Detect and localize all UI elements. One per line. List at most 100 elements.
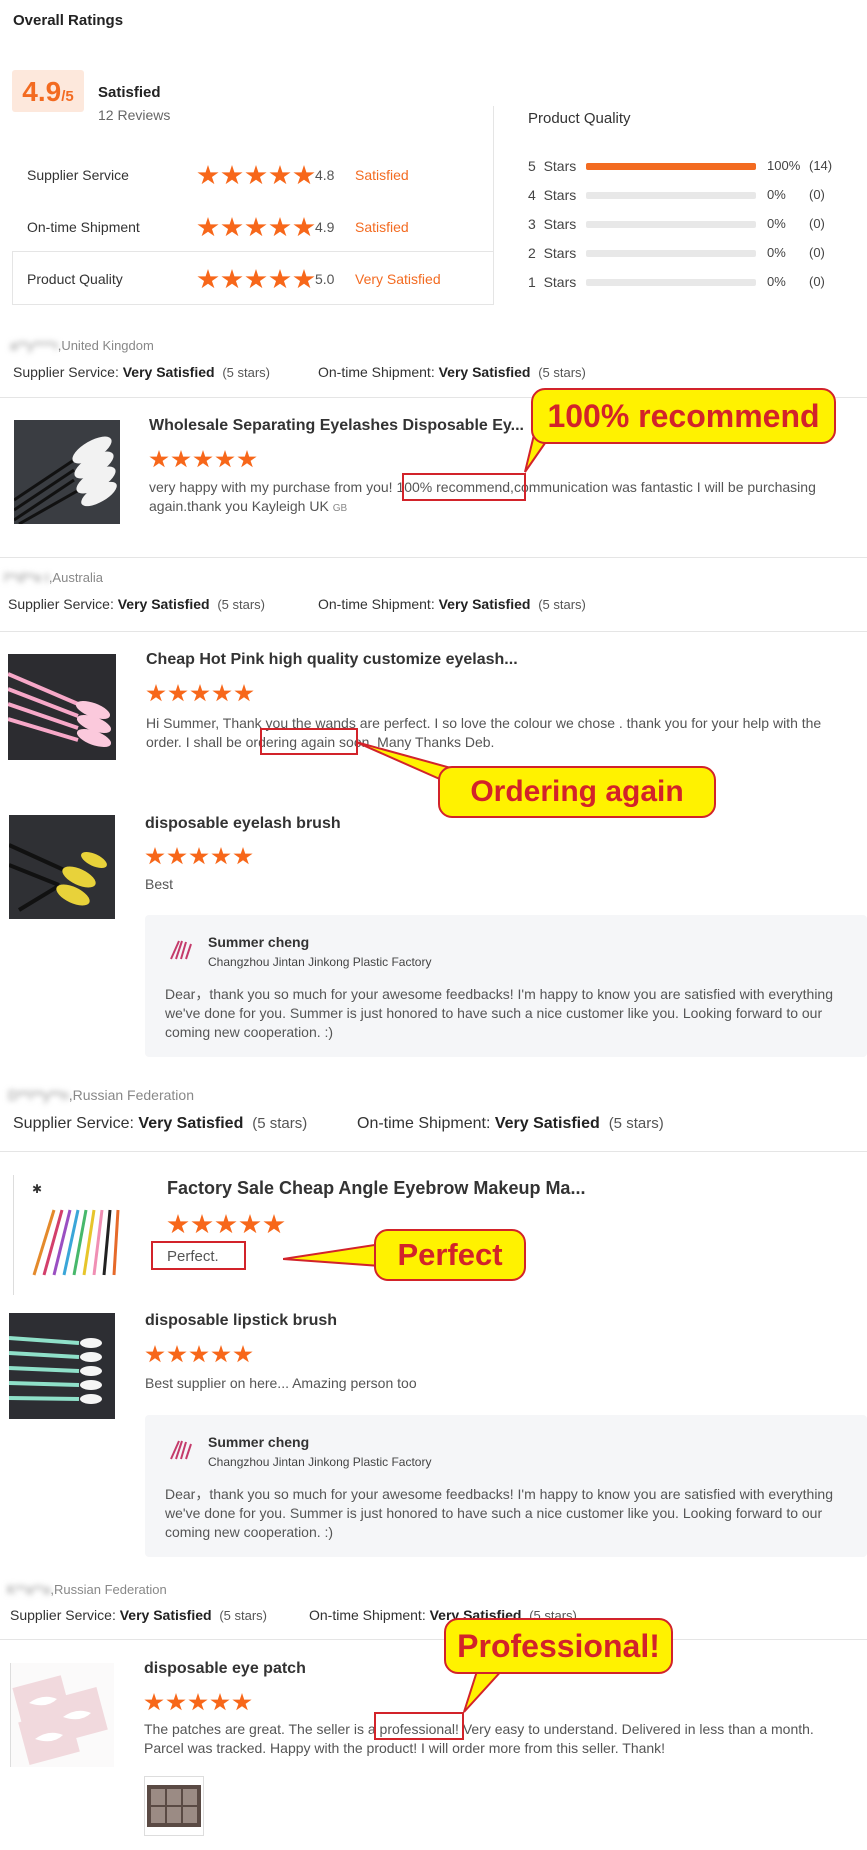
quality-stars	[197, 269, 315, 290]
product-name[interactable]: Cheap Hot Pink high quality customize ey…	[146, 651, 518, 669]
stars-label: Stars	[543, 158, 577, 174]
supplier-service-rating: Supplier Service: Very Satisfied (5 star…	[13, 364, 270, 380]
brush-logo-icon	[170, 940, 192, 960]
seller-name: Summer cheng	[208, 934, 310, 950]
rating-label: Supplier Service:	[8, 596, 114, 612]
star-icon	[212, 684, 232, 702]
rating-stars-text: (5 stars)	[538, 365, 586, 380]
stars-label: Stars	[543, 216, 577, 232]
product-name[interactable]: disposable eye patch	[144, 1660, 306, 1678]
reviewer-info: D**i**y**n,Russian Federation	[8, 1087, 194, 1103]
supplier-service-rating: Supplier Service: Very Satisfied (5 star…	[8, 596, 265, 612]
review-photo[interactable]	[144, 1776, 204, 1836]
star-icon	[189, 1345, 209, 1363]
reviewer-name: l**d**e t	[4, 570, 49, 585]
quality-label: Product Quality	[27, 271, 123, 287]
page-title: Overall Ratings	[13, 12, 124, 29]
rating-value: Very Satisfied	[438, 596, 531, 612]
product-name[interactable]: disposable eyelash brush	[145, 815, 341, 833]
star-icon	[166, 1693, 186, 1711]
reviewer-name: D**i**y**n	[8, 1087, 69, 1103]
product-thumbnail[interactable]	[14, 420, 120, 524]
review-text-part: The patches are great. The seller is a	[144, 1721, 380, 1737]
overall-score: 4.9	[22, 76, 62, 107]
star-icon	[293, 217, 315, 237]
eyebrow-brushes-image: ✱	[32, 1182, 120, 1276]
product-thumbnail[interactable]	[8, 654, 116, 760]
rating-value: Very Satisfied	[119, 1607, 212, 1623]
country-tag: GB	[332, 503, 348, 514]
star-icon	[191, 1214, 213, 1234]
star-icon	[211, 1345, 231, 1363]
product-thumbnail[interactable]: ✱	[13, 1175, 135, 1295]
quality-count-3: (0)	[809, 216, 825, 231]
rating-label: On-time Shipment:	[318, 364, 435, 380]
yellow-brush-image	[9, 843, 107, 912]
brush-logo-icon	[170, 1440, 192, 1460]
rating-label: Supplier Service:	[13, 364, 119, 380]
reviewer-country: ,United Kingdom	[57, 338, 154, 353]
reviewer-country: ,Russian Federation	[50, 1582, 167, 1597]
quality-count-4: (0)	[809, 187, 825, 202]
divider	[0, 557, 867, 558]
star-icon	[145, 847, 165, 865]
quality-bar-1	[586, 279, 756, 286]
reviewer-country: ,Australia	[48, 570, 104, 585]
star-icon	[233, 1345, 253, 1363]
star-icon	[146, 684, 166, 702]
rating-label: On-time Shipment:	[318, 596, 435, 612]
star-count: 3	[528, 216, 536, 232]
quality-bar-3	[586, 221, 756, 228]
callout-professional: Professional!	[444, 1618, 673, 1674]
product-name[interactable]: disposable lipstick brush	[145, 1312, 337, 1330]
rating-label: Supplier Service:	[10, 1607, 116, 1623]
rating-stars-text: (5 stars)	[538, 597, 586, 612]
stars-label: Stars	[543, 274, 577, 290]
quality-bar-4	[586, 192, 756, 199]
star-icon	[293, 269, 315, 289]
quality-count-5: (14)	[809, 158, 833, 173]
stars-label: Stars	[543, 187, 577, 203]
star-icon	[245, 165, 267, 185]
star-icon	[269, 269, 291, 289]
callout-pointer	[283, 1242, 382, 1268]
star-icon	[167, 847, 187, 865]
rating-value: Very Satisfied	[494, 1115, 600, 1132]
seller-company: Changzhou Jintan Jinkong Plastic Factory	[208, 1455, 432, 1469]
star-icon	[239, 1214, 261, 1234]
product-stars	[146, 684, 254, 703]
quality-count-2: (0)	[809, 245, 825, 260]
supplier-service-status: Satisfied	[355, 167, 409, 183]
eye-patch-image	[12, 1675, 108, 1765]
rating-label: On-time Shipment:	[357, 1115, 491, 1132]
star-icon	[221, 165, 243, 185]
product-name[interactable]: Wholesale Separating Eyelashes Disposabl…	[149, 417, 524, 435]
product-thumbnail[interactable]	[9, 815, 115, 919]
product-thumbnail[interactable]	[10, 1663, 114, 1767]
pink-wands-image	[8, 672, 112, 748]
stars-label: Stars	[543, 245, 577, 261]
quality-row-3: 3 Stars	[528, 216, 576, 232]
seller-avatar	[167, 937, 193, 963]
product-thumbnail[interactable]	[9, 1313, 115, 1419]
review-text-part: very happy with my purchase from you!	[149, 479, 397, 495]
seller-reply-text: Dear，thank you so much for your awesome …	[165, 986, 834, 1040]
review-text: Hi Summer, Thank you the wands are perfe…	[146, 714, 852, 752]
quality-breakdown-title: Product Quality	[528, 110, 631, 127]
shipment-rating: On-time Shipment: Very Satisfied (5 star…	[357, 1115, 664, 1133]
quality-pct-2: 0%	[767, 245, 786, 260]
product-stars	[149, 450, 257, 469]
star-icon	[197, 217, 219, 237]
product-name[interactable]: Factory Sale Cheap Angle Eyebrow Makeup …	[167, 1178, 585, 1199]
star-icon	[193, 450, 213, 468]
star-icon	[293, 165, 315, 185]
star-icon	[190, 684, 210, 702]
quality-bar-5	[586, 163, 756, 170]
quality-row-1: 1 Stars	[528, 274, 576, 290]
supplier-service-label: Supplier Service	[27, 167, 129, 183]
quality-pct-4: 0%	[767, 187, 786, 202]
star-count: 1	[528, 274, 536, 290]
rating-value: Very Satisfied	[438, 364, 531, 380]
reviewer-name: K**a**a	[7, 1582, 51, 1597]
seller-reply: Summer cheng Changzhou Jintan Jinkong Pl…	[145, 915, 867, 1057]
